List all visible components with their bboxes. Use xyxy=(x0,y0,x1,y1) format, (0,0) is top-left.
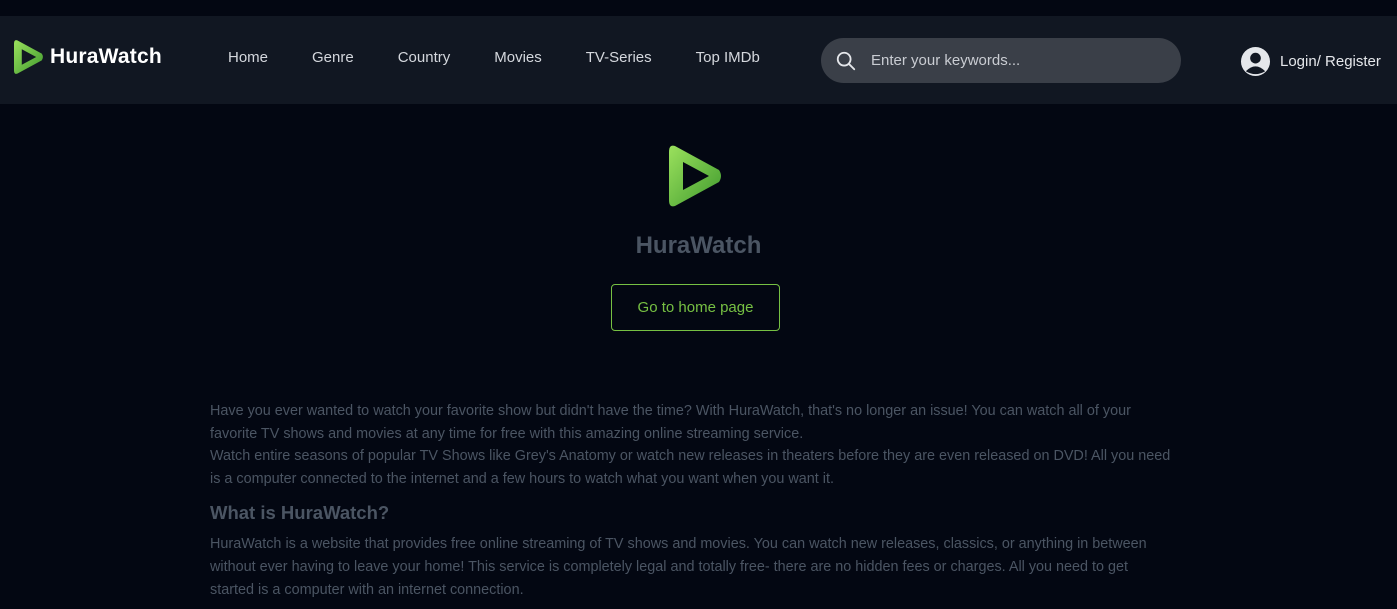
nav-top-imdb[interactable]: Top IMDb xyxy=(674,48,782,68)
user-avatar-icon xyxy=(1240,46,1271,76)
article-paragraph: HuraWatch is a website that provides fre… xyxy=(210,536,1147,598)
login-label: Login/ Register xyxy=(1280,52,1381,70)
hero-title: HuraWatch xyxy=(635,232,762,259)
search-input[interactable] xyxy=(871,52,1181,69)
go-home-button[interactable]: Go to home page xyxy=(611,284,780,331)
search-icon[interactable] xyxy=(835,50,857,72)
nav-movies[interactable]: Movies xyxy=(472,48,564,68)
article-content: Have you ever wanted to watch your favor… xyxy=(210,400,1172,601)
article-paragraph: Watch entire seasons of popular TV Shows… xyxy=(210,448,1171,487)
nav-genre[interactable]: Genre xyxy=(290,48,376,68)
site-header: HuraWatch Home Genre Country Movies TV-S… xyxy=(0,16,1397,104)
nav-home[interactable]: Home xyxy=(206,48,290,68)
search-bar xyxy=(821,38,1181,83)
brand-logo-link[interactable]: HuraWatch xyxy=(14,39,162,75)
article-paragraph: Have you ever wanted to watch your favor… xyxy=(210,403,1131,442)
top-strip xyxy=(0,0,1397,16)
brand-name: HuraWatch xyxy=(50,45,162,68)
play-logo-icon xyxy=(14,40,43,74)
play-logo-icon xyxy=(669,145,721,207)
nav-country[interactable]: Country xyxy=(376,48,473,68)
section-heading: What is HuraWatch? xyxy=(210,502,390,524)
login-register-link[interactable]: Login/ Register xyxy=(1240,45,1381,77)
nav-tv-series[interactable]: TV-Series xyxy=(564,48,674,68)
main-nav: Home Genre Country Movies TV-Series Top … xyxy=(206,48,782,68)
